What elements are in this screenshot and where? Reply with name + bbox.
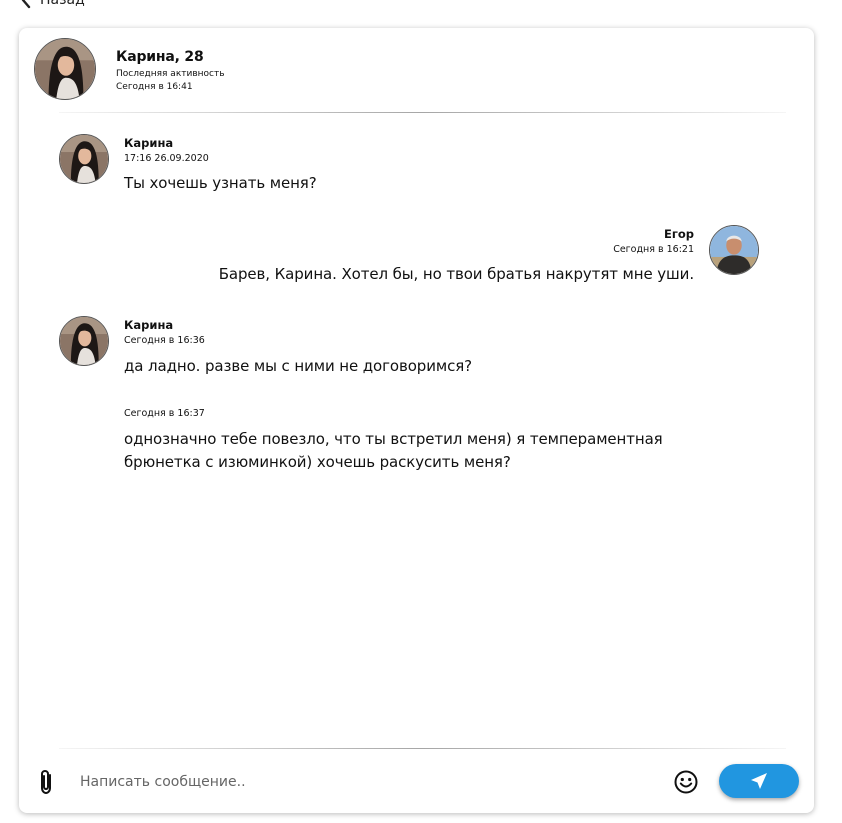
message-author: Карина	[124, 318, 174, 332]
message-text: да ладно. разве мы с ними не договоримся…	[124, 357, 473, 375]
message-time: 17:16 26.09.2020	[124, 153, 209, 164]
message-text: Ты хочешь узнать меня?	[124, 174, 317, 192]
header-divider	[59, 112, 786, 113]
message-time: Сегодня в 16:36	[124, 335, 205, 346]
author-photo	[60, 317, 108, 365]
avatar[interactable]	[34, 38, 96, 100]
composer-divider	[59, 748, 786, 749]
smiley-icon[interactable]	[673, 769, 699, 795]
message-text: Барев, Карина. Хотел бы, но твои братья …	[218, 265, 694, 283]
paperclip-icon[interactable]	[37, 768, 57, 796]
avatar[interactable]	[59, 134, 109, 184]
author-photo	[710, 226, 758, 274]
message-composer	[19, 752, 814, 812]
chat-header: Карина, 28 Последняя активность Сегодня …	[19, 28, 814, 114]
message-time: Сегодня в 16:37	[124, 408, 205, 419]
send-button[interactable]	[719, 764, 799, 798]
avatar[interactable]	[709, 225, 759, 275]
chevron-left-icon	[21, 0, 31, 9]
back-link[interactable]: Назад	[20, 0, 85, 9]
message-time: Сегодня в 16:21	[613, 244, 694, 255]
message-text: однозначно тебе повезло, что ты встретил…	[124, 430, 663, 471]
avatar[interactable]	[59, 316, 109, 366]
last-activity-time: Сегодня в 16:41	[116, 82, 193, 92]
message-input[interactable]	[74, 768, 666, 796]
contact-name: Карина, 28	[116, 49, 204, 65]
last-activity-label: Последняя активность	[116, 69, 225, 79]
contact-photo	[35, 39, 95, 99]
paper-plane-icon	[751, 773, 767, 789]
message-author: Карина	[124, 136, 174, 150]
chat-window: Карина, 28 Последняя активность Сегодня …	[19, 28, 814, 813]
back-label: Назад	[40, 0, 85, 8]
message-author: Егор	[664, 227, 694, 241]
author-photo	[60, 135, 108, 183]
